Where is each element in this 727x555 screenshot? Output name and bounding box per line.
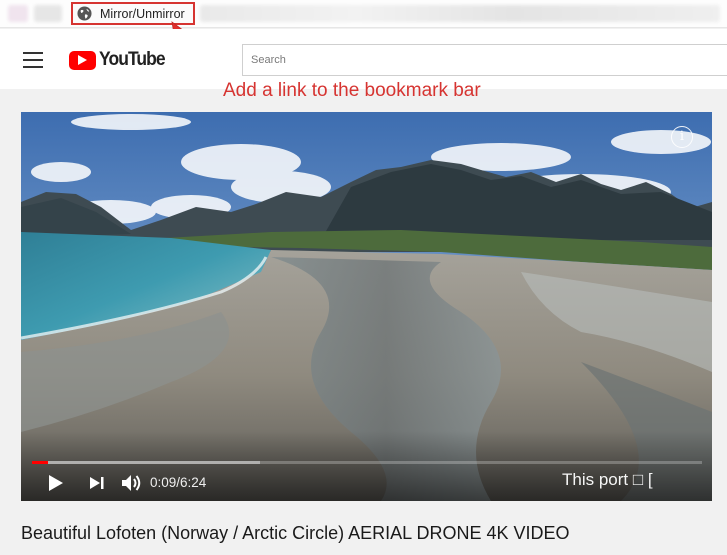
youtube-logo[interactable]: YouTube bbox=[69, 49, 170, 71]
progress-bar[interactable] bbox=[32, 461, 702, 464]
video-title: Beautiful Lofoten (Norway / Arctic Circl… bbox=[21, 523, 570, 543]
progress-played bbox=[32, 461, 49, 464]
bookmark-label: Mirror/Unmirror bbox=[100, 6, 185, 21]
blurred-bookmark[interactable] bbox=[34, 5, 62, 22]
play-icon[interactable] bbox=[48, 474, 64, 492]
blurred-bookmarks[interactable] bbox=[200, 5, 720, 22]
volume-icon[interactable] bbox=[121, 473, 143, 493]
bookmark-bar: Mirror/Unmirror bbox=[0, 0, 727, 28]
youtube-play-logo-icon bbox=[69, 50, 96, 70]
progress-buffered bbox=[32, 461, 260, 464]
time-display: 0:09/6:24 bbox=[150, 475, 207, 490]
overlay-text: This port □ [ bbox=[562, 470, 653, 489]
annotation-text: Add a link to the bookmark bar bbox=[223, 80, 481, 101]
youtube-wordmark: YouTube bbox=[99, 49, 166, 70]
video-player[interactable]: i 0:09/6:24 This port □ [ bbox=[21, 112, 712, 501]
hamburger-menu-icon[interactable] bbox=[23, 52, 43, 68]
globe-icon bbox=[77, 6, 92, 21]
search-input[interactable] bbox=[242, 44, 727, 76]
next-icon[interactable] bbox=[89, 476, 105, 490]
blurred-bookmark-icon[interactable] bbox=[8, 5, 28, 22]
info-icon[interactable]: i bbox=[671, 126, 693, 148]
